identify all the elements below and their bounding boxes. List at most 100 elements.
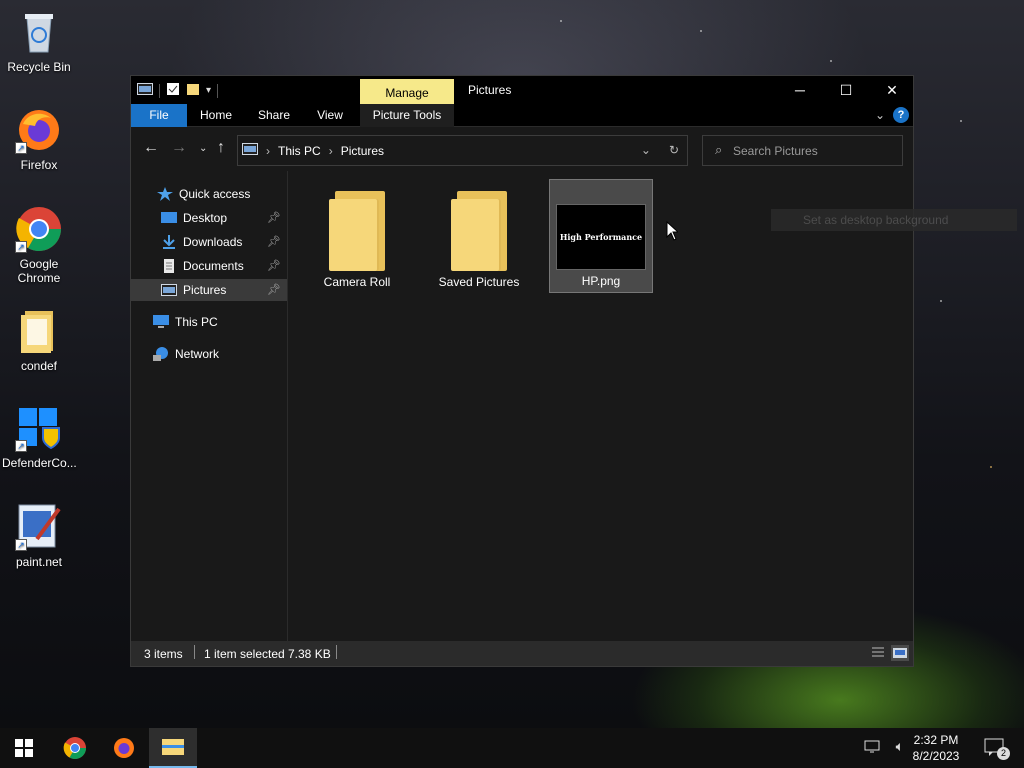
sidebar-item-label: Documents — [183, 259, 244, 273]
search-input[interactable] — [733, 142, 893, 160]
address-bar[interactable]: › This PC › Pictures ⌄ ↻ — [237, 135, 688, 166]
desktop-icon-label: paint.net — [15, 555, 63, 569]
tooltip-set-desktop-background: Set as desktop background — [771, 209, 1017, 231]
file-list-pane[interactable]: Camera Roll Saved Pictures High Performa… — [289, 171, 1017, 643]
breadcrumb-separator-icon[interactable]: › — [329, 144, 333, 158]
pin-icon[interactable]: 📌︎ — [267, 259, 281, 272]
shortcut-arrow-icon: ↗ — [15, 241, 27, 253]
desktop-icon-condef[interactable]: condef — [2, 307, 76, 373]
documents-icon — [161, 259, 177, 273]
volume-icon[interactable]: 🔈︎ — [896, 738, 904, 755]
tab-picture-tools[interactable]: Picture Tools — [360, 104, 454, 127]
start-button[interactable] — [0, 728, 48, 768]
search-icon: ⌕ — [715, 142, 723, 157]
file-explorer-window: ▾ Manage Pictures ─ ☐ ✕ File Home Share … — [130, 75, 1017, 667]
address-dropdown-chevron-icon[interactable]: ⌄ — [641, 143, 651, 157]
folder-icon — [451, 191, 507, 271]
taskbar-file-explorer[interactable] — [149, 728, 197, 768]
taskbar-chrome[interactable] — [51, 728, 99, 768]
notifications-button[interactable]: 2 — [984, 738, 1010, 760]
properties-icon[interactable] — [166, 82, 180, 99]
chrome-icon: ↗ — [15, 205, 63, 253]
maximize-button[interactable]: ☐ — [823, 76, 869, 104]
star-icon — [157, 187, 173, 201]
desktop-icon-firefox[interactable]: ↗ Firefox — [2, 106, 76, 172]
network-status-icon[interactable] — [864, 740, 880, 757]
desktop-icon-google-chrome[interactable]: ↗ Google Chrome — [2, 205, 76, 285]
windows-logo-icon — [15, 739, 33, 757]
large-icons-view-icon[interactable] — [891, 645, 909, 661]
breadcrumb-this-pc[interactable]: This PC — [278, 144, 321, 158]
expand-ribbon-icon[interactable]: ⌄ — [875, 108, 885, 122]
pin-icon[interactable]: 📌︎ — [267, 283, 281, 296]
minimize-button[interactable]: ─ — [777, 76, 823, 104]
paint-net-icon: ↗ — [15, 503, 63, 551]
tab-file[interactable]: File — [131, 104, 187, 127]
sidebar-item-label: This PC — [175, 315, 218, 329]
sidebar-item-documents[interactable]: Documents 📌︎ — [131, 255, 287, 277]
file-explorer-icon — [162, 739, 184, 755]
tab-share[interactable]: Share — [253, 104, 295, 127]
clock-date: 8/2/2023 — [912, 749, 960, 763]
desktop-icon-recycle-bin[interactable]: Recycle Bin — [2, 8, 76, 74]
sidebar-item-label: Network — [175, 347, 220, 361]
this-pc-small-icon — [242, 143, 258, 158]
file-item-camera-roll[interactable]: Camera Roll — [305, 179, 409, 293]
tab-view[interactable]: View — [311, 104, 349, 127]
details-view-icon[interactable] — [869, 645, 887, 661]
sidebar-item-network[interactable]: Network — [131, 343, 287, 365]
navigation-bar: ← → ⌄ ↑ › This PC › Pictures ⌄ ↻ ⌕ — [131, 127, 913, 171]
file-item-hp-png[interactable]: High Performance HP.png — [549, 179, 653, 293]
clock-time: 2:32 PM — [913, 733, 959, 747]
pin-icon[interactable]: 📌︎ — [267, 211, 281, 224]
clock[interactable]: 2:32 PM 8/2/2023 — [906, 732, 966, 764]
sidebar-item-quick-access[interactable]: Quick access — [131, 183, 287, 205]
sidebar-item-label: Desktop — [183, 211, 228, 225]
tab-manage[interactable]: Manage — [360, 79, 454, 107]
refresh-icon[interactable]: ↻ — [669, 143, 679, 157]
up-arrow-icon[interactable]: ↑ — [217, 139, 225, 157]
sidebar-item-desktop[interactable]: Desktop 📌︎ — [131, 207, 287, 229]
mouse-cursor-icon — [666, 221, 678, 241]
sidebar-item-label: Pictures — [183, 283, 227, 297]
taskbar: 🔈︎ 2:32 PM 8/2/2023 2 — [0, 728, 1024, 768]
sidebar-item-downloads[interactable]: Downloads 📌︎ — [131, 231, 287, 253]
desktop-icon-paint-net[interactable]: ↗ paint.net — [2, 503, 76, 569]
file-item-label: Camera Roll — [323, 275, 391, 289]
customize-qat-icon[interactable]: ▾ — [206, 85, 211, 96]
desktop-icon-label: DefenderCo... — [2, 456, 77, 470]
desktop-icon-label: Recycle Bin — [7, 60, 71, 74]
file-item-saved-pictures[interactable]: Saved Pictures — [427, 179, 531, 293]
recent-locations-chevron-icon[interactable]: ⌄ — [199, 143, 207, 154]
sidebar-item-label: Downloads — [183, 235, 243, 249]
help-icon[interactable]: ? — [893, 107, 909, 123]
desktop-icon-defendercontrol[interactable]: ↗ DefenderCo... — [2, 404, 77, 470]
quick-access-toolbar: ▾ — [137, 82, 219, 99]
forward-arrow-icon[interactable]: → — [171, 139, 187, 157]
explorer-window-icon — [137, 83, 153, 98]
search-box[interactable]: ⌕ — [702, 135, 903, 166]
sidebar-item-this-pc[interactable]: This PC — [131, 311, 287, 333]
navigation-pane: Quick access Desktop 📌︎ Downloads 📌︎ Doc… — [131, 171, 288, 643]
shortcut-arrow-icon: ↗ — [15, 539, 27, 551]
firefox-icon — [114, 738, 134, 758]
status-item-count: 3 items — [144, 647, 183, 661]
back-arrow-icon[interactable]: ← — [143, 139, 159, 157]
title-bar[interactable]: ▾ Manage Pictures ─ ☐ ✕ — [131, 76, 915, 107]
folder-icon — [15, 307, 63, 355]
taskbar-firefox[interactable] — [100, 728, 148, 768]
close-button[interactable]: ✕ — [869, 76, 915, 104]
tab-home[interactable]: Home — [195, 104, 237, 127]
chrome-icon — [63, 737, 86, 759]
desktop-icon-label: condef — [20, 359, 58, 373]
pin-icon[interactable]: 📌︎ — [267, 235, 281, 248]
download-arrow-icon — [161, 235, 177, 249]
breadcrumb-pictures[interactable]: Pictures — [341, 144, 384, 158]
shortcut-arrow-icon: ↗ — [15, 142, 27, 154]
status-selected-size: 7.38 KB — [288, 647, 331, 661]
breadcrumb-separator-icon[interactable]: › — [266, 144, 270, 158]
pictures-icon — [161, 283, 177, 297]
sidebar-item-pictures[interactable]: Pictures 📌︎ — [131, 279, 287, 301]
network-icon — [153, 347, 169, 361]
new-folder-icon[interactable] — [186, 82, 200, 99]
